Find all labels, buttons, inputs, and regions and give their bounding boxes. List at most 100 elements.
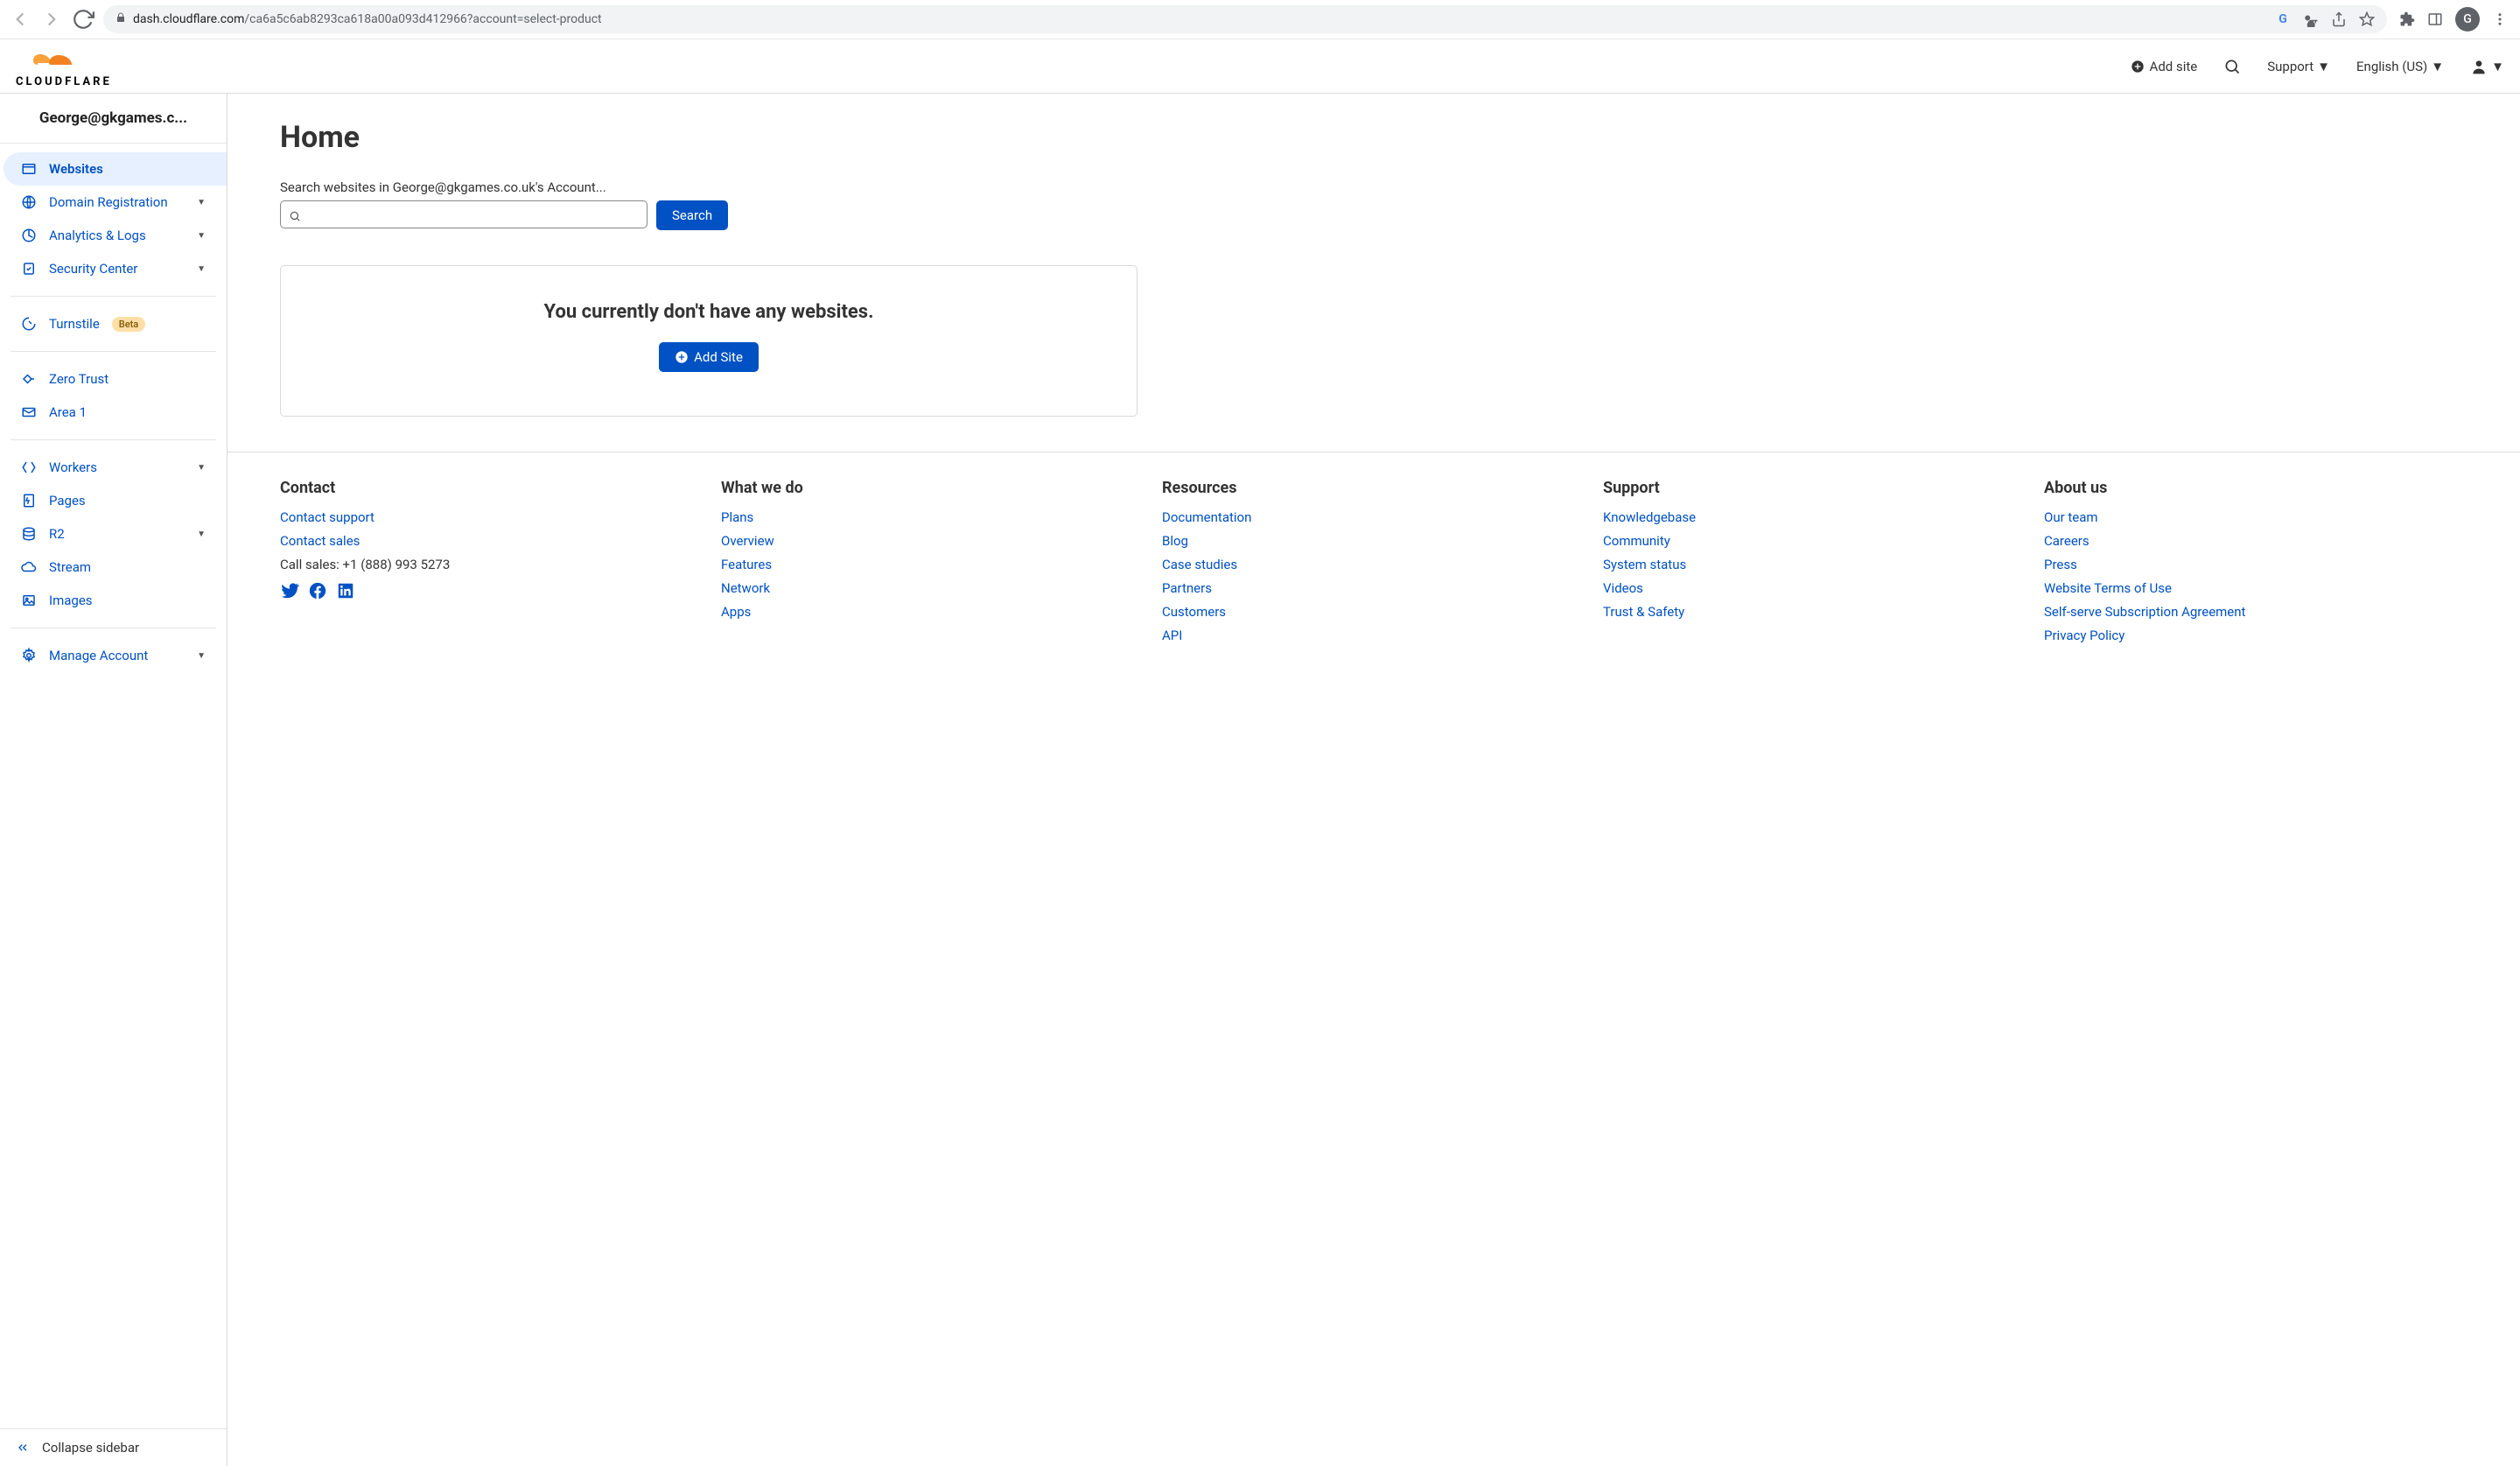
forward-button[interactable] <box>40 8 63 31</box>
collapse-icon <box>16 1441 30 1455</box>
cloud-icon <box>16 46 112 74</box>
linkedin-icon[interactable] <box>336 581 355 600</box>
footer-support: Support Knowledgebase Community System s… <box>1603 479 2026 651</box>
nav-domain-registration[interactable]: Domain Registration ▼ <box>10 186 216 219</box>
footer-link-contact-sales[interactable]: Contact sales <box>280 533 704 549</box>
lock-icon <box>116 12 126 26</box>
zero-trust-icon <box>21 371 37 387</box>
footer-link-team[interactable]: Our team <box>2044 509 2468 525</box>
collapse-sidebar[interactable]: Collapse sidebar <box>0 1428 227 1466</box>
panel-icon[interactable] <box>2427 11 2443 27</box>
app-header: CLOUDFLARE Add site Support ▼ English (U… <box>0 39 2520 94</box>
storage-icon <box>21 526 37 542</box>
footer-whatwedo: What we do Plans Overview Features Netwo… <box>721 479 1144 651</box>
envelope-icon <box>21 404 37 420</box>
caret-down-icon: ▼ <box>2317 59 2330 74</box>
footer-link-case[interactable]: Case studies <box>1162 557 1586 572</box>
cloudflare-logo[interactable]: CLOUDFLARE <box>16 46 112 88</box>
chevron-down-icon: ▼ <box>197 463 206 473</box>
footer-link-status[interactable]: System status <box>1603 557 2026 572</box>
account-name[interactable]: George@gkgames.c... <box>0 94 227 144</box>
nav-turnstile[interactable]: Turnstile Beta <box>10 307 216 340</box>
nav-area1[interactable]: Area 1 <box>10 396 216 429</box>
search-label: Search websites in George@gkgames.co.uk'… <box>280 179 1138 195</box>
user-dropdown[interactable]: ▼ <box>2470 58 2504 75</box>
footer: Contact Contact support Contact sales Ca… <box>228 452 2520 669</box>
footer-link-features[interactable]: Features <box>721 557 1144 572</box>
footer-link-partners[interactable]: Partners <box>1162 580 1586 596</box>
footer-link-apps[interactable]: Apps <box>721 604 1144 620</box>
sidebar: George@gkgames.c... Websites Domain Regi… <box>0 94 228 1466</box>
nav-zero-trust[interactable]: Zero Trust <box>10 362 216 396</box>
footer-link-customers[interactable]: Customers <box>1162 604 1586 620</box>
support-dropdown[interactable]: Support ▼ <box>2267 59 2330 74</box>
chevron-down-icon: ▼ <box>197 264 206 274</box>
nav-security-center[interactable]: Security Center ▼ <box>10 252 216 285</box>
chevron-down-icon: ▼ <box>197 530 206 539</box>
caret-down-icon: ▼ <box>2491 59 2504 74</box>
footer-link-docs[interactable]: Documentation <box>1162 509 1586 525</box>
caret-down-icon: ▼ <box>2431 59 2444 74</box>
nav-images[interactable]: Images <box>10 584 216 617</box>
main-area: Home Search websites in George@gkgames.c… <box>228 94 2520 1466</box>
footer-link-privacy[interactable]: Privacy Policy <box>2044 628 2468 643</box>
search-input[interactable] <box>280 200 648 228</box>
footer-link-api[interactable]: API <box>1162 628 1586 643</box>
nav-websites[interactable]: Websites <box>4 152 227 186</box>
footer-link-videos[interactable]: Videos <box>1603 580 2026 596</box>
websites-icon <box>21 161 37 177</box>
footer-link-plans[interactable]: Plans <box>721 509 1144 525</box>
star-icon[interactable] <box>2359 11 2375 27</box>
address-bar[interactable]: dash.cloudflare.com/ca6a5c6ab8293ca618a0… <box>103 5 2387 33</box>
reload-button[interactable] <box>72 8 94 31</box>
footer-link-selfserve[interactable]: Self-serve Subscription Agreement <box>2044 604 2468 620</box>
search-button[interactable]: Search <box>656 200 728 230</box>
footer-link-network[interactable]: Network <box>721 580 1144 596</box>
search-icon[interactable] <box>2223 58 2241 75</box>
cloud-icon <box>21 559 37 575</box>
footer-link-kb[interactable]: Knowledgebase <box>1603 509 2026 525</box>
pages-icon <box>21 493 37 509</box>
gear-icon <box>21 648 37 663</box>
page-title: Home <box>280 120 1138 155</box>
extensions-icon[interactable] <box>2399 11 2415 27</box>
empty-state: You currently don't have any websites. A… <box>280 265 1138 417</box>
profile-avatar[interactable]: G <box>2455 7 2480 32</box>
browser-chrome: dash.cloudflare.com/ca6a5c6ab8293ca618a0… <box>0 0 2520 39</box>
chevron-down-icon: ▼ <box>197 651 206 661</box>
chevron-down-icon: ▼ <box>197 198 206 207</box>
add-site-button[interactable]: Add Site <box>659 342 759 372</box>
url-text: dash.cloudflare.com/ca6a5c6ab8293ca618a0… <box>133 12 602 26</box>
footer-link-terms[interactable]: Website Terms of Use <box>2044 580 2468 596</box>
twitter-icon[interactable] <box>280 581 299 600</box>
nav-r2[interactable]: R2 ▼ <box>10 517 216 551</box>
facebook-icon[interactable] <box>308 581 327 600</box>
empty-title: You currently don't have any websites. <box>298 301 1119 323</box>
footer-link-community[interactable]: Community <box>1603 533 2026 549</box>
key-icon[interactable] <box>2303 11 2319 27</box>
back-button[interactable] <box>9 8 32 31</box>
plus-circle-icon <box>2131 60 2145 74</box>
nav-manage-account[interactable]: Manage Account ▼ <box>10 639 216 672</box>
footer-link-careers[interactable]: Careers <box>2044 533 2468 549</box>
nav-pages[interactable]: Pages <box>10 484 216 517</box>
google-icon[interactable]: G <box>2275 11 2291 27</box>
add-site-link[interactable]: Add site <box>2131 59 2198 74</box>
shield-icon <box>21 261 37 277</box>
footer-link-contact-support[interactable]: Contact support <box>280 509 704 525</box>
nav-stream[interactable]: Stream <box>10 551 216 584</box>
person-icon <box>2470 58 2488 75</box>
menu-icon[interactable] <box>2492 11 2508 27</box>
footer-link-overview[interactable]: Overview <box>721 533 1144 549</box>
footer-link-press[interactable]: Press <box>2044 557 2468 572</box>
language-dropdown[interactable]: English (US) ▼ <box>2356 59 2444 74</box>
footer-link-blog[interactable]: Blog <box>1162 533 1586 549</box>
footer-call-sales: Call sales: +1 (888) 993 5273 <box>280 557 704 572</box>
share-icon[interactable] <box>2331 11 2347 27</box>
turnstile-icon <box>21 316 37 332</box>
footer-link-trust[interactable]: Trust & Safety <box>1603 604 2026 620</box>
nav-analytics[interactable]: Analytics & Logs ▼ <box>10 219 216 252</box>
image-icon <box>21 593 37 608</box>
search-icon <box>289 209 301 221</box>
nav-workers[interactable]: Workers ▼ <box>10 451 216 484</box>
